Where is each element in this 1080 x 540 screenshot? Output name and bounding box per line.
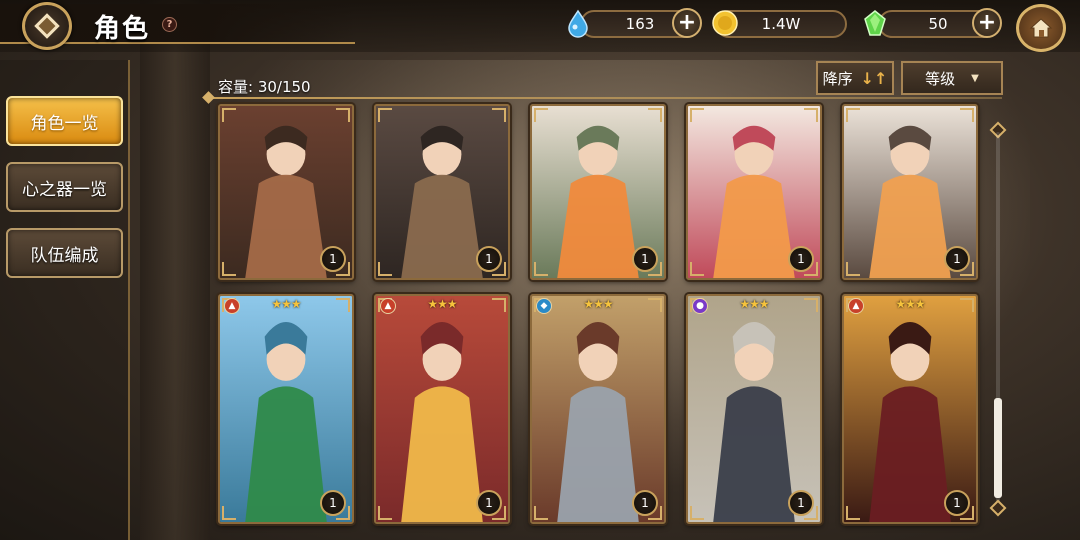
frame-corner — [690, 506, 704, 520]
level-badge: 1 — [944, 246, 970, 272]
scrollbar-thumb[interactable] — [994, 398, 1002, 498]
character-portrait — [844, 296, 976, 522]
character-portrait — [220, 296, 352, 522]
background-pillar — [140, 0, 210, 540]
sidebar-item-team-formation[interactable]: 队伍编成 — [6, 228, 123, 278]
character-card[interactable]: ★★★ ◆ 1 — [530, 294, 666, 524]
level-badge: 1 — [788, 490, 814, 516]
currency-gem-value: 50 — [928, 15, 948, 33]
sort-order-button[interactable]: 降序 ↓↑ — [816, 61, 894, 95]
frame-corner — [846, 506, 860, 520]
frame-corner — [534, 262, 548, 276]
gold-coin-icon — [710, 8, 740, 38]
frame-corner — [336, 108, 350, 122]
home-icon — [1029, 18, 1053, 38]
character-card[interactable]: 1 — [530, 104, 666, 280]
character-portrait — [376, 296, 508, 522]
level-badge: 1 — [632, 246, 658, 272]
frame-corner — [534, 108, 548, 122]
sidebar-item-heart-vessels[interactable]: 心之器一览 — [6, 162, 123, 212]
add-gem-button[interactable]: + — [972, 8, 1002, 38]
frame-corner — [690, 108, 704, 122]
frame-corner — [378, 108, 392, 122]
character-card[interactable]: ★★★ ▲ 1 — [218, 294, 354, 524]
frame-corner — [378, 262, 392, 276]
fire-element-icon: ▲ — [848, 298, 864, 314]
dark-element-icon: ● — [692, 298, 708, 314]
currency-water-value: 163 — [625, 15, 655, 33]
frame-corner — [846, 262, 860, 276]
level-badge: 1 — [632, 490, 658, 516]
currency-gold-value: 1.4W — [761, 15, 801, 33]
capacity-label: 容量: 30/150 — [218, 78, 311, 96]
frame-corner — [960, 108, 974, 122]
diamond-back-icon — [34, 13, 60, 39]
character-card[interactable]: ★★★ ● 1 — [686, 294, 822, 524]
sort-order-label: 降序 — [822, 69, 853, 88]
sort-field-label: 等级 — [925, 69, 956, 88]
water-drop-icon — [563, 8, 593, 38]
level-badge: 1 — [320, 490, 346, 516]
page-title: 角色 — [94, 14, 151, 44]
help-icon[interactable]: ? — [162, 17, 177, 32]
frame-corner — [222, 262, 236, 276]
frame-corner — [378, 506, 392, 520]
back-button[interactable] — [22, 2, 72, 50]
frame-corner — [846, 108, 860, 122]
frame-corner — [222, 506, 236, 520]
water-element-icon: ◆ — [536, 298, 552, 314]
fire-element-icon: ▲ — [224, 298, 240, 314]
frame-corner — [648, 108, 662, 122]
add-water-button[interactable]: + — [672, 8, 702, 38]
green-gem-icon — [860, 8, 890, 38]
character-card[interactable]: ★★★ ▲ 1 — [374, 294, 510, 524]
character-card[interactable]: 1 — [218, 104, 354, 280]
character-card[interactable]: 1 — [686, 104, 822, 280]
fire-element-icon: ▲ — [380, 298, 396, 314]
sort-field-dropdown[interactable]: 等级 ▼ — [901, 61, 1003, 95]
frame-corner — [222, 108, 236, 122]
character-card[interactable]: 1 — [374, 104, 510, 280]
frame-corner — [690, 262, 704, 276]
frame-corner — [492, 108, 506, 122]
level-badge: 1 — [788, 246, 814, 272]
frame-corner — [804, 108, 818, 122]
frame-corner — [534, 506, 548, 520]
divider — [206, 97, 1002, 99]
level-badge: 1 — [476, 246, 502, 272]
top-bar: 角色 ? 163 + 1.4W 50 + — [0, 0, 1080, 52]
level-badge: 1 — [476, 490, 502, 516]
home-button[interactable] — [1016, 4, 1066, 52]
character-card[interactable]: ★★★ ▲ 1 — [842, 294, 978, 524]
character-portrait — [532, 296, 664, 522]
sort-arrows-icon: ↓↑ — [860, 68, 888, 88]
chevron-down-icon: ▼ — [971, 72, 979, 84]
level-badge: 1 — [320, 246, 346, 272]
level-badge: 1 — [944, 490, 970, 516]
sidebar-item-characters[interactable]: 角色一览 — [6, 96, 123, 146]
character-portrait — [688, 296, 820, 522]
character-card[interactable]: 1 — [842, 104, 978, 280]
